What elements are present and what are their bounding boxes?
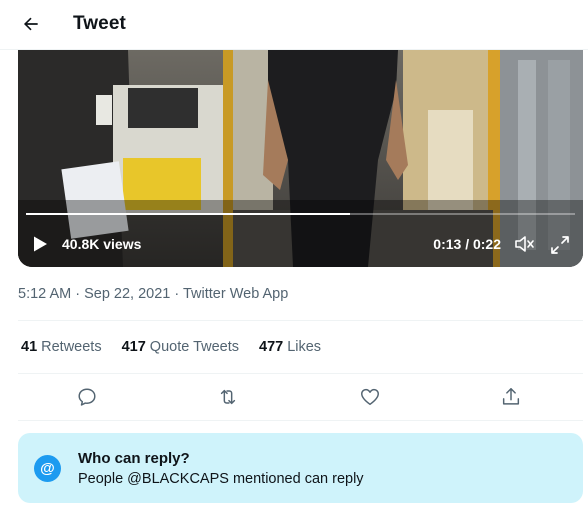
divider	[18, 320, 583, 321]
quote-tweets-stat[interactable]: 417 Quote Tweets	[122, 339, 239, 355]
video-time: 0:13 / 0:22	[433, 236, 501, 252]
header-bar: Tweet	[0, 0, 588, 50]
volume-icon	[515, 236, 534, 252]
likes-stat[interactable]: 477 Likes	[259, 339, 321, 355]
share-icon	[502, 388, 520, 405]
reply-button[interactable]	[76, 386, 100, 410]
tweet-action-bar	[18, 378, 583, 418]
video-frame	[18, 50, 583, 267]
arrow-left-icon	[23, 17, 38, 31]
retweets-label: Retweets	[41, 339, 102, 355]
retweets-count: 41	[21, 339, 38, 355]
divider	[18, 420, 583, 421]
play-button[interactable]	[31, 235, 49, 253]
reply-icon	[78, 388, 96, 406]
like-icon	[361, 388, 379, 406]
at-sign-icon: @	[34, 455, 61, 482]
video-view-count: 40.8K views	[62, 236, 142, 252]
retweet-icon	[220, 389, 236, 405]
quote-tweets-count: 417	[121, 339, 146, 355]
retweet-button[interactable]	[217, 386, 241, 410]
likes-count: 477	[259, 339, 284, 355]
back-button[interactable]	[13, 6, 49, 42]
page-title: Tweet	[73, 13, 126, 34]
tweet-timestamp[interactable]: 5:12 AM · Sep 22, 2021 · Twitter Web App	[18, 286, 288, 302]
fullscreen-icon	[551, 236, 569, 254]
likes-label: Likes	[287, 339, 322, 355]
quote-tweets-label: Quote Tweets	[149, 339, 239, 355]
like-button[interactable]	[359, 386, 383, 410]
video-progress-bar[interactable]	[26, 213, 575, 215]
fullscreen-button[interactable]	[549, 234, 571, 256]
divider	[18, 373, 583, 374]
retweets-stat[interactable]: 41 Retweets	[21, 339, 102, 355]
reply-restriction-title: Who can reply?	[78, 450, 190, 467]
share-button[interactable]	[500, 386, 524, 410]
video-progress-fill	[26, 213, 350, 215]
reply-restriction-subtitle: People @BLACKCAPS mentioned can reply	[78, 471, 364, 487]
play-icon	[34, 236, 47, 252]
volume-button[interactable]	[514, 234, 536, 254]
tweet-stats: 41 Retweets 417 Quote Tweets 477 Likes	[21, 339, 341, 355]
reply-restriction-notice: @ Who can reply? People @BLACKCAPS menti…	[18, 433, 583, 503]
video-player[interactable]: 40.8K views 0:13 / 0:22	[18, 50, 583, 267]
